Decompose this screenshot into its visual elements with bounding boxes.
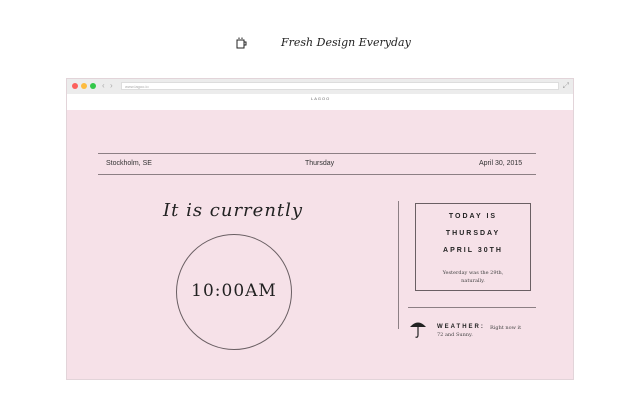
close-window-button[interactable] [72,83,78,89]
app-header: LAGOO [67,94,573,110]
weather-text-2: 72 and Sunny. [437,332,473,338]
forward-arrow-icon[interactable]: › [110,81,113,91]
maximize-window-button[interactable] [90,83,96,89]
currently-heading: It is currently [163,200,304,221]
expand-icon[interactable]: ⤢ [563,81,569,91]
today-line-1: TODAY IS [448,213,498,220]
today-line-3: APRIL 30TH [443,247,503,254]
tagline-text: Fresh Design Everyday [281,36,411,49]
browser-window: ‹ › www.lagoo.io ⤢ LAGOO Stockholm, SE T… [66,78,574,380]
current-time: 10:00AM [191,281,277,301]
minimize-window-button[interactable] [81,83,87,89]
yesterday-line-2: naturally. [461,278,485,284]
back-arrow-icon[interactable]: ‹ [102,81,105,91]
weather-text: Right now it [490,325,522,331]
today-card: TODAY IS THURSDAY APRIL 30TH Yesterday w… [415,203,531,291]
weekday-label: Thursday [305,160,335,167]
top-divider [98,153,536,154]
today-line-2: THURSDAY [445,230,501,237]
app-logo: LAGOO [311,96,331,101]
weather-label: WEATHER: [437,324,485,330]
vertical-divider [398,201,399,329]
location-label: Stockholm, SE [106,160,152,167]
tagline-bar: Fresh Design Everyday [0,34,640,54]
umbrella-icon [410,322,426,338]
bottom-divider [98,174,536,175]
yesterday-note: Yesterday was the 29th, naturally. [416,269,530,285]
yesterday-line-1: Yesterday was the 29th, [442,270,504,276]
coffee-cup-icon [236,37,247,49]
date-label: April 30, 2015 [479,160,523,167]
browser-toolbar: ‹ › www.lagoo.io ⤢ [67,79,573,94]
address-bar[interactable]: www.lagoo.io [121,82,559,90]
weather-divider [408,307,536,308]
